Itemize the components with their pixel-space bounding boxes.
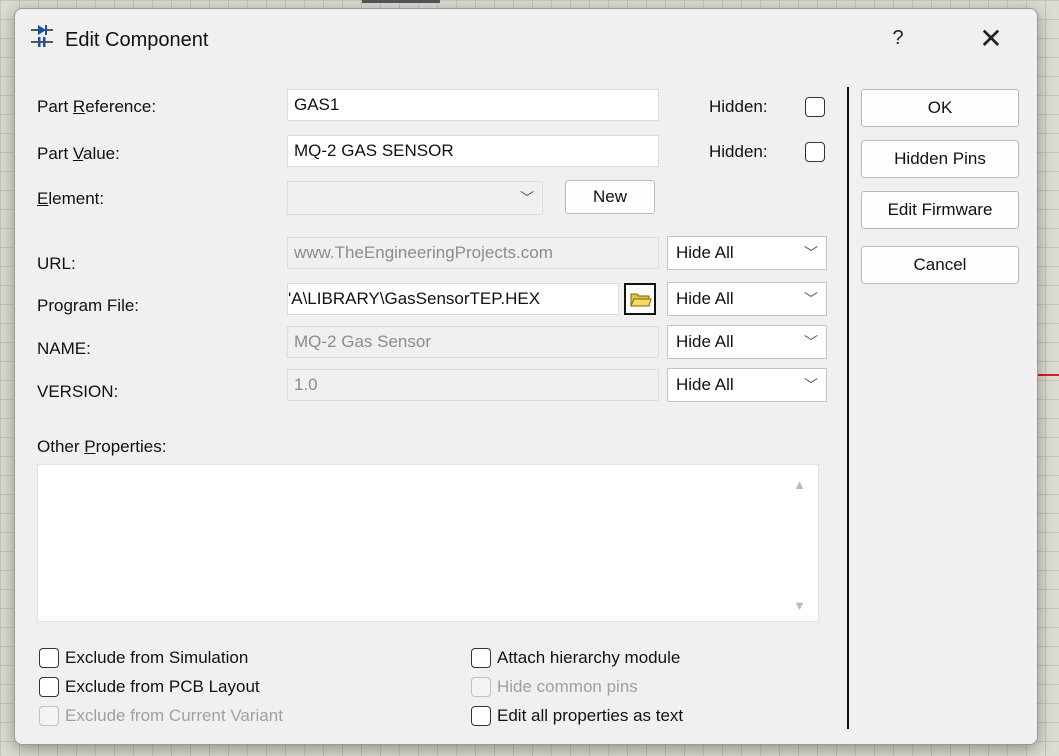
part-reference-hidden-label: Hidden:: [709, 97, 768, 116]
new-element-button[interactable]: New: [565, 180, 655, 214]
vertical-divider: [847, 87, 849, 729]
edit-as-text-label[interactable]: Edit all properties as text: [497, 706, 683, 726]
exclude-simulation-checkbox[interactable]: [39, 648, 59, 668]
hidden-pins-button[interactable]: Hidden Pins: [861, 140, 1019, 178]
part-reference-label: Part Reference:: [37, 97, 157, 116]
title-bar[interactable]: Edit Component ? ✕: [15, 9, 1037, 71]
folder-icon: [630, 293, 652, 307]
attach-hierarchy-label[interactable]: Attach hierarchy module: [497, 648, 680, 668]
hide-common-pins-checkbox: [471, 677, 491, 697]
part-value-input[interactable]: MQ-2 GAS SENSOR: [287, 135, 659, 167]
name-visibility-select[interactable]: Hide All ﹀: [667, 325, 827, 359]
background-red-wire: [1035, 374, 1059, 376]
part-reference-hidden-checkbox[interactable]: [805, 97, 825, 117]
name-label: NAME:: [37, 339, 91, 358]
version-input[interactable]: 1.0: [287, 369, 659, 401]
exclude-variant-label: Exclude from Current Variant: [65, 706, 283, 725]
background-wire: [362, 0, 440, 3]
program-file-input[interactable]: 'A\LIBRARY\GasSensorTEP.HEX: [287, 283, 619, 315]
attach-hierarchy-checkbox[interactable]: [471, 648, 491, 668]
part-value-hidden-checkbox[interactable]: [805, 142, 825, 162]
cancel-button[interactable]: Cancel: [861, 246, 1019, 284]
scroll-down-icon[interactable]: ▼: [793, 598, 806, 613]
browse-folder-button[interactable]: [624, 283, 656, 315]
chevron-down-icon: ﹀: [804, 334, 818, 350]
version-label: VERSION:: [37, 382, 119, 401]
chevron-down-icon: ﹀: [804, 377, 818, 393]
name-input[interactable]: MQ-2 Gas Sensor: [287, 326, 659, 358]
program-file-visibility-select[interactable]: Hide All ﹀: [667, 282, 827, 316]
exclude-pcb-checkbox[interactable]: [39, 677, 59, 697]
edit-component-dialog: Edit Component ? ✕ Part Reference: GAS1 …: [14, 8, 1038, 745]
exclude-pcb-label[interactable]: Exclude from PCB Layout: [65, 677, 260, 697]
edit-as-text-checkbox[interactable]: [471, 706, 491, 726]
url-input[interactable]: www.TheEngineeringProjects.com: [287, 237, 659, 269]
element-dropdown[interactable]: ﹀: [287, 181, 543, 215]
element-label: Element:: [37, 189, 105, 208]
chevron-down-icon: ﹀: [804, 291, 818, 307]
hide-common-pins-label: Hide common pins: [497, 677, 638, 696]
part-value-hidden-label: Hidden:: [709, 142, 768, 161]
close-button[interactable]: ✕: [973, 21, 1009, 57]
ok-button[interactable]: OK: [861, 89, 1019, 127]
exclude-simulation-label[interactable]: Exclude from Simulation: [65, 648, 248, 668]
url-label: URL:: [37, 254, 76, 273]
chevron-down-icon: ﹀: [804, 245, 818, 261]
part-reference-input[interactable]: GAS1: [287, 89, 659, 121]
edit-firmware-button[interactable]: Edit Firmware: [861, 191, 1019, 229]
exclude-variant-checkbox: [39, 706, 59, 726]
other-properties-textarea[interactable]: ▲ ▼: [37, 464, 819, 622]
other-properties-label: Other Properties:: [37, 437, 167, 456]
help-button[interactable]: ?: [883, 23, 913, 53]
program-file-label: Program File:: [37, 296, 140, 315]
part-value-label: Part Value:: [37, 144, 120, 163]
dialog-title: Edit Component: [65, 29, 209, 51]
scroll-up-icon[interactable]: ▲: [793, 477, 806, 492]
version-visibility-select[interactable]: Hide All ﹀: [667, 368, 827, 402]
url-visibility-select[interactable]: Hide All ﹀: [667, 236, 827, 270]
component-icon: [31, 25, 53, 47]
chevron-down-icon: ﹀: [520, 190, 534, 206]
